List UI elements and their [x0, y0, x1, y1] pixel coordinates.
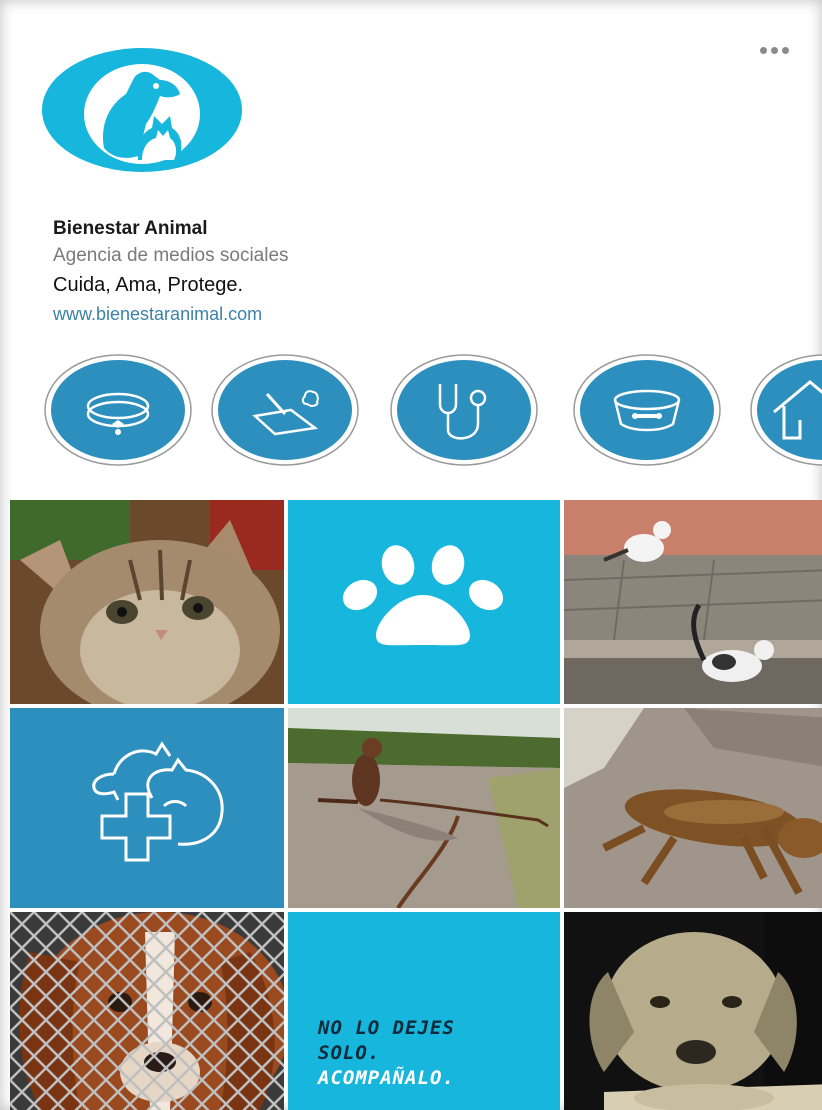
profile-name: Bienestar Animal	[53, 218, 208, 239]
post-dog-road[interactable]	[288, 708, 560, 908]
post-kitten[interactable]	[10, 500, 284, 704]
pet-collar-icon	[44, 354, 192, 466]
litter-scoop-icon	[211, 354, 359, 466]
dog-behind-fence-photo	[10, 912, 284, 1110]
paw-print-icon	[342, 545, 504, 646]
stethoscope-icon	[390, 354, 538, 466]
more-dot	[771, 46, 778, 54]
dog-on-road-photo	[288, 708, 560, 908]
more-dot	[760, 46, 767, 54]
profile-category: Agencia de medios sociales	[53, 245, 289, 266]
profile-info: Bienestar Animal Agencia de medios socia…	[53, 216, 553, 328]
profile-screen: Bienestar Animal Agencia de medios socia…	[0, 0, 822, 1110]
posts-grid: NO LO DEJES SOLO. ACOMPAÑALO.	[10, 500, 822, 1110]
quote-line-2: SOLO.	[318, 1042, 381, 1064]
post-paw[interactable]	[288, 500, 560, 704]
post-sad-labrador[interactable]	[564, 912, 822, 1110]
highlight-collar[interactable]	[44, 354, 192, 466]
post-pet-health[interactable]	[10, 708, 284, 908]
highlight-home[interactable]	[750, 354, 822, 466]
post-street-cats[interactable]	[564, 500, 822, 704]
profile-website-link[interactable]: www.bienestaranimal.com	[53, 300, 553, 328]
story-highlights	[0, 350, 822, 470]
post-quote[interactable]: NO LO DEJES SOLO. ACOMPAÑALO.	[288, 912, 560, 1110]
post-sleeping-dog[interactable]	[564, 708, 822, 908]
profile-avatar[interactable]	[42, 48, 242, 172]
kitten-photo	[10, 500, 284, 704]
highlight-vet[interactable]	[390, 354, 538, 466]
more-dot	[782, 46, 789, 54]
highlight-food[interactable]	[573, 354, 721, 466]
profile-bio: Cuida, Ama, Protege.	[53, 274, 244, 296]
dog-house-icon	[750, 354, 822, 466]
quote-text: NO LO DEJES SOLO. ACOMPAÑALO.	[318, 1016, 558, 1091]
pet-health-cross-icon	[92, 741, 224, 862]
street-cats-photo	[564, 500, 822, 704]
post-dog-fence[interactable]	[10, 912, 284, 1110]
more-options-button[interactable]	[760, 40, 800, 60]
dog-cat-logo-icon	[42, 48, 242, 172]
pet-food-bowl-icon	[573, 354, 721, 466]
sleeping-stray-dog-photo	[564, 708, 822, 908]
sad-labrador-photo	[564, 912, 822, 1110]
quote-line-1: NO LO DEJES	[318, 1017, 455, 1039]
quote-line-3: ACOMPAÑALO.	[318, 1067, 455, 1089]
highlight-litter[interactable]	[211, 354, 359, 466]
